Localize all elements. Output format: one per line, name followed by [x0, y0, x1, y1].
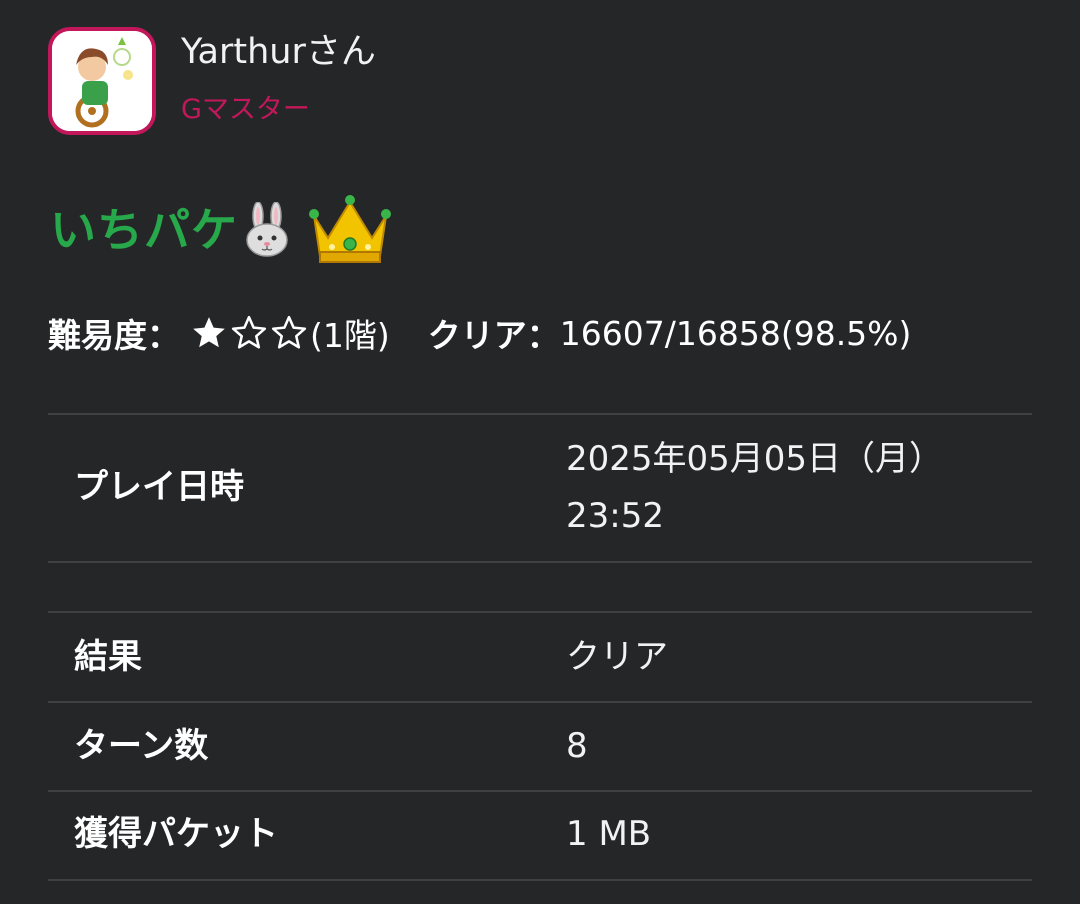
table-divider — [48, 561, 1032, 563]
play-datetime-label: プレイ日時 — [74, 467, 244, 507]
difficulty-label: 難易度： — [48, 316, 180, 355]
turns-value: 8 — [566, 726, 588, 766]
star-outline-icon — [271, 315, 307, 349]
table-divider — [48, 879, 1032, 881]
stage-title: いちパケ — [50, 203, 238, 257]
turns-label: ターン数 — [74, 726, 209, 766]
play-date-value: 2025年05月05日（月） — [566, 439, 944, 479]
difficulty-floor: (1階) — [310, 316, 390, 355]
game-character-avatar-icon — [52, 31, 152, 131]
user-avatar[interactable] — [48, 27, 156, 135]
table-divider — [48, 413, 1032, 415]
packets-label: 獲得パケット — [74, 814, 278, 854]
crown-icon — [309, 195, 391, 263]
result-value: クリア — [566, 637, 668, 677]
packets-value: 1 MB — [566, 814, 652, 854]
user-rank: Gマスター — [181, 94, 310, 125]
difficulty-stars — [190, 314, 308, 352]
clear-value: 16607/16858(98.5%) — [559, 313, 912, 353]
user-name[interactable]: Yarthurさん — [181, 30, 376, 74]
star-outline-icon — [231, 315, 267, 349]
stage-title-row: いちパケ — [50, 190, 392, 270]
clear-label: クリア： — [427, 316, 560, 355]
result-label: 結果 — [74, 637, 142, 677]
table-divider — [48, 701, 1032, 703]
rabbit-face-icon — [246, 202, 288, 257]
play-time-value: 23:52 — [566, 496, 664, 536]
stage-stats: 難易度： (1階) クリア： 16607/16858(98.5%) — [48, 310, 911, 356]
table-divider — [48, 611, 1032, 613]
star-filled-icon — [193, 317, 225, 348]
table-divider — [48, 790, 1032, 792]
